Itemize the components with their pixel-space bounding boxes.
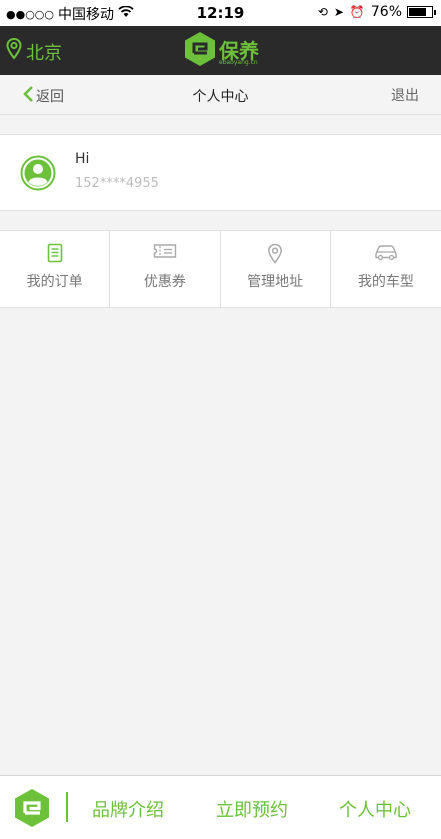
menu-item-orders[interactable]: 我的订单 — [0, 231, 111, 307]
tab-personal-center[interactable]: 个人中心 — [339, 796, 411, 822]
menu-item-car-models[interactable]: 我的车型 — [331, 231, 441, 307]
order-icon — [0, 243, 109, 263]
tab-book-now[interactable]: 立即预约 — [216, 796, 288, 822]
logo-mark-icon — [183, 31, 217, 71]
app-logo: 保养 ebaoyang.cn — [183, 31, 259, 71]
location-pin-icon — [6, 37, 26, 65]
user-menu: 我的订单 优惠券 管理地址 我的车型 — [0, 230, 441, 308]
status-bar-right: ⟲ ➤ ⏰ 76% — [312, 4, 436, 20]
logout-button[interactable]: 退出 — [391, 85, 419, 105]
profile-card[interactable]: Hi 152****4955 — [0, 134, 441, 211]
logo-domain: ebaoyang.cn — [219, 59, 258, 66]
nav-bar: 返回 个人中心 退出 — [0, 75, 441, 115]
avatar — [20, 155, 56, 191]
battery-percent: 76% — [370, 4, 402, 20]
menu-item-addresses[interactable]: 管理地址 — [221, 231, 331, 307]
phone-number: 152****4955 — [75, 176, 159, 191]
coupon-icon — [110, 243, 219, 263]
tab-brand-intro[interactable]: 品牌介绍 — [92, 796, 164, 822]
tab-divider — [66, 792, 68, 822]
menu-item-label: 优惠券 — [143, 274, 186, 290]
city-selector[interactable]: 北京 — [6, 37, 62, 65]
menu-item-coupons[interactable]: 优惠券 — [110, 231, 221, 307]
menu-item-label: 我的订单 — [26, 274, 83, 290]
location-arrow-icon: ➤ — [333, 5, 344, 19]
city-name: 北京 — [26, 42, 62, 64]
status-bar: ●●○○○ 中国移动 12:19 ⟲ ➤ ⏰ 76% — [0, 0, 441, 26]
greeting: Hi — [75, 151, 90, 167]
alarm-icon: ⏰ — [349, 5, 365, 19]
app-header: 北京 保养 ebaoyang.cn — [0, 26, 441, 75]
bottom-tab-bar: 品牌介绍 立即预约 个人中心 — [0, 775, 441, 839]
location-pin-icon — [221, 243, 330, 264]
menu-item-label: 管理地址 — [247, 274, 304, 290]
page-title: 个人中心 — [192, 89, 249, 105]
logo-mark-icon — [13, 788, 51, 832]
menu-item-label: 我的车型 — [357, 274, 414, 290]
battery-icon — [407, 6, 436, 18]
car-icon — [331, 243, 441, 263]
orientation-lock-icon: ⟲ — [317, 5, 328, 19]
